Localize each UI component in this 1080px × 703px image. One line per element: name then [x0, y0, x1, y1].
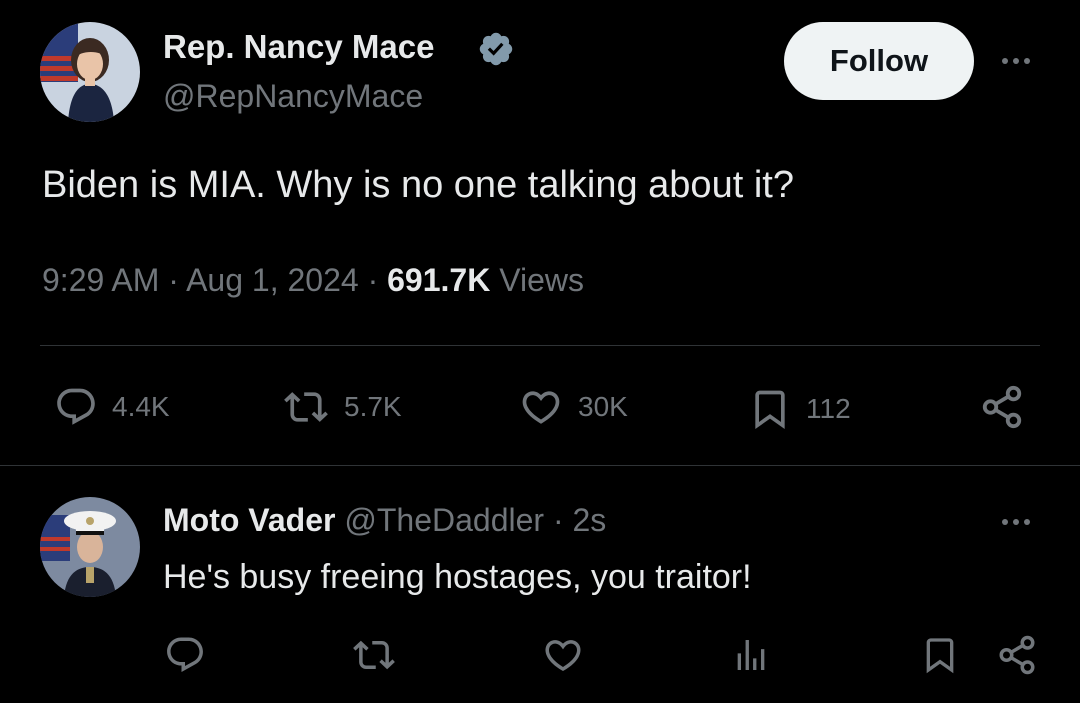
like-count: 30K [578, 391, 628, 422]
reply-author-name[interactable]: Moto Vader [163, 502, 335, 538]
verified-badge-icon [477, 30, 515, 68]
reply-separator: · [552, 502, 564, 538]
tweet-date[interactable]: Aug 1, 2024 [186, 262, 359, 298]
tweet-text: Biden is MIA. Why is no one talking abou… [42, 164, 794, 206]
tweet-meta: 9:29 AM · Aug 1, 2024 · 691.7K Views [42, 262, 584, 299]
reply-bookmark-icon[interactable] [920, 632, 960, 678]
reply-time[interactable]: 2s [572, 502, 606, 538]
more-icon[interactable] [1002, 519, 1030, 525]
repost-button[interactable]: 5.7K [282, 385, 402, 429]
meta-separator: · [168, 262, 179, 298]
like-button[interactable]: 30K [518, 385, 628, 429]
reply-like-icon[interactable] [541, 634, 585, 676]
reply-share-icon[interactable] [995, 634, 1039, 676]
author-name[interactable]: Rep. Nancy Mace [163, 28, 434, 66]
bookmark-button[interactable]: 112 [748, 385, 851, 433]
more-icon[interactable] [1002, 58, 1030, 64]
repost-count: 5.7K [344, 391, 402, 422]
meta-separator: · [367, 262, 379, 298]
tweet-time[interactable]: 9:29 AM [42, 262, 159, 298]
analytics-icon[interactable] [731, 634, 771, 676]
reply-text: He's busy freeing hostages, you traitor! [163, 558, 752, 596]
reply-author-handle[interactable]: @TheDaddler [344, 502, 544, 538]
follow-button[interactable]: Follow [784, 22, 974, 100]
bookmark-count: 112 [806, 393, 851, 424]
author-avatar[interactable] [40, 22, 140, 122]
author-handle[interactable]: @RepNancyMace [163, 78, 423, 115]
reply-button[interactable]: 4.4K [54, 385, 170, 429]
reply-author-avatar[interactable] [40, 497, 140, 597]
reply-reply-icon[interactable] [164, 634, 206, 676]
divider [40, 345, 1040, 346]
views-label: Views [499, 262, 584, 298]
repost-icon [284, 392, 328, 422]
reply-icon [57, 388, 95, 425]
share-icon[interactable] [978, 384, 1026, 430]
like-icon [522, 391, 560, 424]
views-count: 691.7K [387, 262, 491, 298]
reply-count: 4.4K [112, 391, 170, 422]
divider [0, 465, 1080, 466]
reply-header: Moto Vader @TheDaddler · 2s [163, 502, 606, 539]
reply-repost-icon[interactable] [352, 634, 396, 676]
bookmark-icon [755, 390, 785, 430]
